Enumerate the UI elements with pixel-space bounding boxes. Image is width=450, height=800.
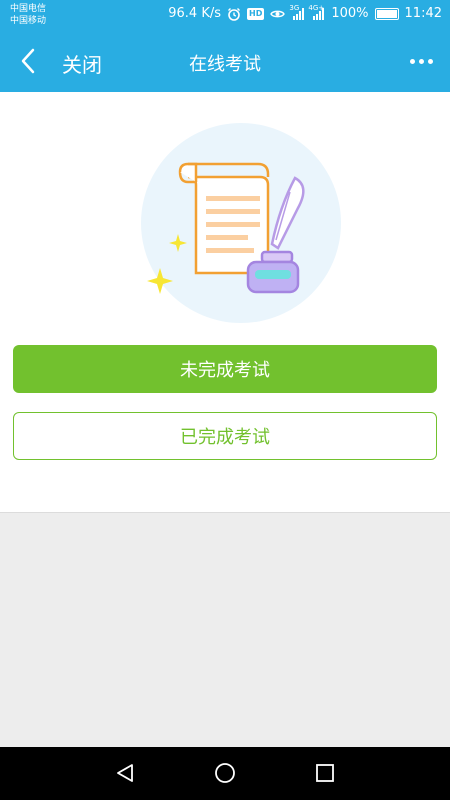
finished-exams-button[interactable]: 已完成考试 [13,412,437,460]
clock: 11:42 [404,6,442,21]
carrier-1: 中国电信 [10,4,47,14]
unfinished-exams-button[interactable]: 未完成考试 [13,345,437,393]
home-circle-icon [215,763,235,783]
carrier-names: 中国电信 中国移动 [10,3,46,27]
status-icons: 96.4 K/s HD 3G 4G+ 100% 11:42 [168,4,442,22]
battery-fill [376,9,397,18]
signal-icon: 4G+ [308,4,325,20]
recents-square-icon [316,764,334,782]
battery-icon [374,7,399,20]
app-bar: 关闭 在线考试 [0,30,450,92]
system-nav-bar [0,747,450,800]
signal-icon: 3G [289,4,305,20]
network-speed: 96.4 K/s [168,6,222,21]
more-icon [409,58,433,64]
network-type-1: 3G [289,3,300,12]
alarm-icon [227,7,241,21]
network-type-2: 4G+ [308,3,325,12]
nav-home-button[interactable] [213,761,237,785]
exam-illustration [141,123,341,323]
hd-label: HD [249,8,263,18]
main-content: 未完成考试 已完成考试 [0,92,450,513]
more-button[interactable] [406,50,436,72]
back-triangle-icon [117,764,133,782]
nav-back-button[interactable] [113,761,137,785]
eye-icon [270,9,286,19]
page-title: 在线考试 [189,54,261,75]
nav-recents-button[interactable] [313,761,337,785]
hd-icon: HD [247,7,265,20]
battery-percent: 100% [331,6,369,21]
status-bar: 中国电信 中国移动 96.4 K/s HD 3G 4G+ 100% 11:42 [0,0,450,30]
carrier-2: 中国移动 [10,16,47,26]
